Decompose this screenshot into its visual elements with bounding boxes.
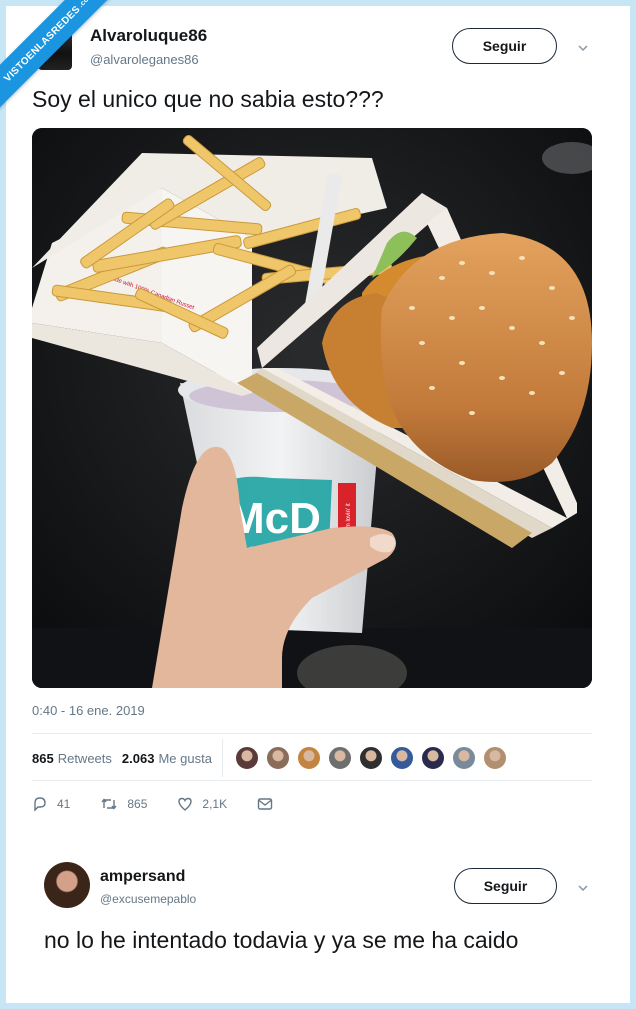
tweet-stats: 865 Retweets 2.063 Me gusta <box>32 739 592 777</box>
likes-stat[interactable]: 2.063 Me gusta <box>122 751 212 766</box>
reply-user-name[interactable]: ampersand <box>100 868 185 886</box>
retweets-label: Retweets <box>57 750 112 766</box>
liker-avatar[interactable] <box>234 746 259 770</box>
retweet-icon <box>101 798 117 810</box>
liker-avatar[interactable] <box>327 746 352 770</box>
divider <box>32 780 592 781</box>
tweet-photo[interactable]: McD on I'm lovin' it Made with 100% Cana… <box>32 128 592 688</box>
liker-avatar[interactable] <box>389 746 414 770</box>
reply-count: 41 <box>57 797 71 811</box>
reply-action[interactable]: 41 <box>32 796 70 812</box>
tweet-text: Soy el unico que no sabia esto??? <box>32 86 384 112</box>
chevron-down-icon[interactable] <box>577 882 589 894</box>
likes-count: 2.063 <box>121 750 155 766</box>
retweet-count: 865 <box>127 797 148 811</box>
liker-avatar[interactable] <box>451 746 476 770</box>
reply-text: no lo he intentado todavia y ya se me ha… <box>44 927 519 953</box>
retweet-action[interactable]: 865 <box>100 796 147 812</box>
heart-icon <box>178 797 193 811</box>
tweet-actions: 41 865 2,1K <box>32 792 312 816</box>
likes-label: Me gusta <box>158 750 212 766</box>
reply-user-handle[interactable]: @excusemepablo <box>100 892 196 906</box>
follow-button[interactable]: Seguir <box>452 28 557 64</box>
liker-avatar[interactable] <box>358 746 383 770</box>
liker-avatars <box>234 746 514 770</box>
liker-avatar[interactable] <box>420 746 445 770</box>
photo-illustration: McD on I'm lovin' it Made with 100% Cana… <box>32 128 592 688</box>
reply-icon <box>34 797 46 812</box>
liker-avatar[interactable] <box>296 746 321 770</box>
liker-avatar[interactable] <box>265 746 290 770</box>
avatar[interactable] <box>44 862 90 908</box>
chevron-down-icon[interactable] <box>577 42 589 54</box>
user-name[interactable]: Alvaroluque86 <box>90 26 207 46</box>
user-handle[interactable]: @alvaroleganes86 <box>90 52 199 67</box>
message-action[interactable] <box>257 797 282 811</box>
like-count: 2,1K <box>202 797 228 811</box>
envelope-icon <box>257 798 273 810</box>
like-action[interactable]: 2,1K <box>177 796 227 812</box>
retweets-count: 865 <box>32 750 54 766</box>
divider <box>32 733 592 734</box>
liker-avatar[interactable] <box>482 746 507 770</box>
reply-follow-button[interactable]: Seguir <box>454 868 557 904</box>
tweet-timestamp[interactable]: 0:40 - 16 ene. 2019 <box>32 703 145 718</box>
retweets-stat[interactable]: 865 Retweets <box>32 751 112 766</box>
watermark-suffix: .com <box>77 0 94 9</box>
stats-separator <box>221 739 223 777</box>
